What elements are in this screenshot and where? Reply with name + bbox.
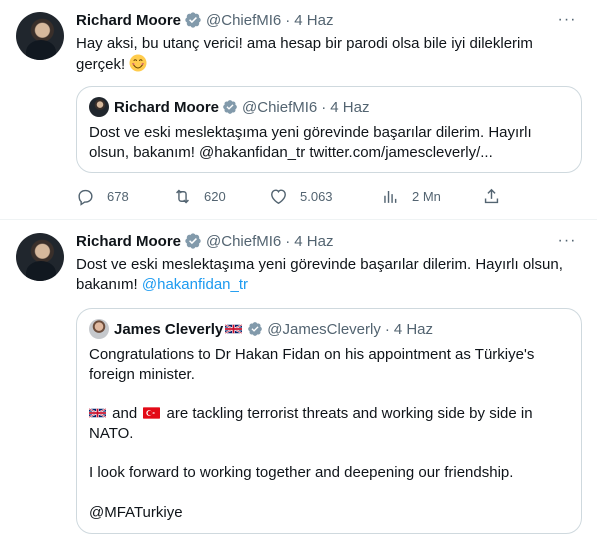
timestamp[interactable]: 4 Haz bbox=[294, 233, 333, 250]
quoted-tweet-text-1: Congratulations to Dr Hakan Fidan on his… bbox=[89, 346, 535, 383]
quoted-avatar bbox=[89, 97, 109, 117]
verified-badge-icon bbox=[185, 12, 201, 28]
verified-badge-icon bbox=[248, 322, 263, 336]
view-count: 2 Mn bbox=[412, 188, 441, 204]
smiling-face-icon bbox=[129, 54, 147, 72]
retweet-count: 620 bbox=[204, 188, 226, 204]
mention-link[interactable]: @hakanfidan_tr bbox=[142, 276, 248, 293]
author-name[interactable]: Richard Moore bbox=[76, 12, 181, 29]
tweet-actions: 678 620 5.063 2 Mn bbox=[76, 186, 506, 206]
avatar[interactable] bbox=[16, 12, 64, 60]
quoted-tweet-text-2: and are tackling terrorist threats and w… bbox=[89, 404, 569, 444]
quoted-tweet-text: Dost ve eski meslektaşıma yeni görevinde… bbox=[89, 124, 532, 161]
timestamp[interactable]: 4 Haz bbox=[294, 12, 333, 29]
heart-icon bbox=[271, 188, 286, 204]
quoted-tweet-header: Richard Moore @ChiefMI6 · 4 Haz bbox=[89, 97, 369, 117]
tweet[interactable]: Richard Moore @ChiefMI6 · 4 Haz ··· Hay … bbox=[0, 0, 597, 220]
tweet[interactable]: Richard Moore @ChiefMI6 · 4 Haz ··· Dost… bbox=[0, 221, 597, 535]
separator-dot: · bbox=[285, 11, 291, 29]
separator-dot: · bbox=[285, 232, 291, 250]
like-count: 5.063 bbox=[300, 188, 333, 204]
like-button[interactable]: 5.063 bbox=[269, 186, 333, 206]
separator-dot: · bbox=[321, 98, 327, 116]
more-options-icon[interactable]: ··· bbox=[557, 231, 577, 251]
quoted-author-name: Richard Moore bbox=[114, 98, 220, 116]
quoted-tweet[interactable]: James Cleverly @JamesCleverly · 4 Haz Co… bbox=[76, 308, 582, 534]
share-button[interactable] bbox=[482, 186, 501, 206]
tweet-text: Dost ve eski meslektaşıma yeni görevinde… bbox=[76, 255, 582, 295]
and-text: and bbox=[108, 405, 142, 422]
reply-button[interactable]: 678 bbox=[76, 186, 129, 206]
reply-icon bbox=[78, 189, 93, 206]
uk-flag-icon bbox=[89, 407, 106, 419]
views-button[interactable]: 2 Mn bbox=[381, 186, 441, 206]
quoted-author-handle: @ChiefMI6 bbox=[242, 98, 318, 116]
quoted-author-name: James Cleverly bbox=[114, 320, 224, 338]
quoted-timestamp: 4 Haz bbox=[330, 98, 370, 116]
share-icon bbox=[484, 188, 499, 203]
author-handle[interactable]: @ChiefMI6 bbox=[206, 12, 281, 29]
tweet-text: Hay aksi, bu utanç verici! ama hesap bir… bbox=[76, 34, 582, 75]
author-name[interactable]: Richard Moore bbox=[76, 233, 181, 250]
quoted-author-handle: @JamesCleverly bbox=[267, 320, 381, 338]
author-handle[interactable]: @ChiefMI6 bbox=[206, 233, 281, 250]
retweet-icon bbox=[176, 189, 189, 203]
quoted-tweet-text-3: I look forward to working together and d… bbox=[89, 464, 514, 481]
quoted-mention: @MFATurkiye bbox=[89, 504, 183, 521]
reply-count: 678 bbox=[107, 188, 129, 204]
quoted-avatar bbox=[89, 319, 109, 339]
avatar[interactable] bbox=[16, 233, 64, 281]
quoted-tweet[interactable]: Richard Moore @ChiefMI6 · 4 Haz Dost ve … bbox=[76, 86, 582, 173]
more-options-icon[interactable]: ··· bbox=[557, 10, 577, 30]
quoted-tweet-header: James Cleverly @JamesCleverly · 4 Haz bbox=[89, 319, 433, 339]
separator-dot: · bbox=[384, 320, 390, 338]
turkey-flag-icon bbox=[143, 407, 161, 419]
verified-badge-icon bbox=[185, 233, 201, 249]
views-chart-icon bbox=[384, 190, 397, 203]
tweet-header: Richard Moore @ChiefMI6 · 4 Haz bbox=[76, 10, 333, 30]
quoted-timestamp: 4 Haz bbox=[393, 320, 434, 338]
retweet-button[interactable]: 620 bbox=[173, 186, 226, 206]
tweet-header: Richard Moore @ChiefMI6 · 4 Haz bbox=[76, 231, 333, 251]
verified-badge-icon bbox=[223, 100, 237, 114]
uk-flag-icon bbox=[225, 323, 243, 335]
